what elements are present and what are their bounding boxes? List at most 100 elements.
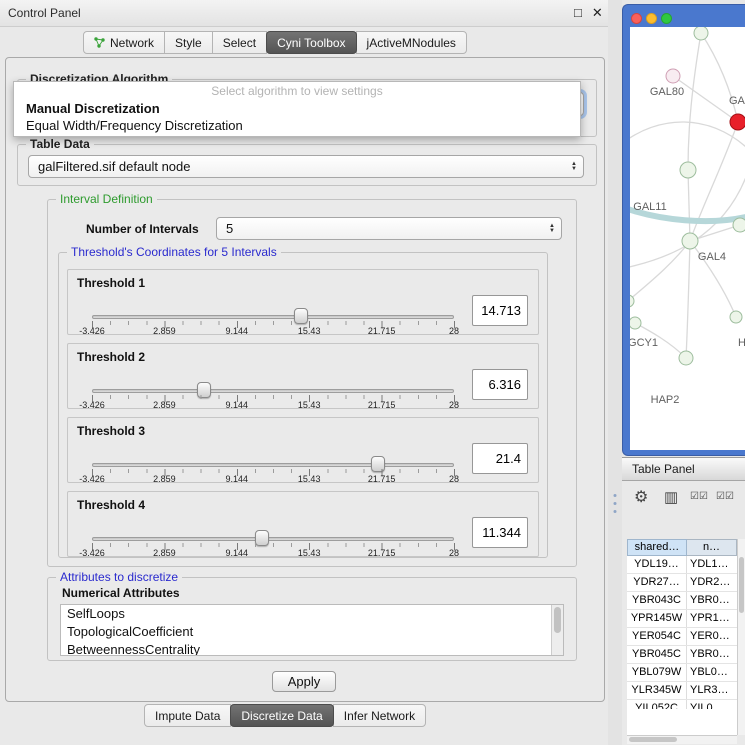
cell-name[interactable]: YDL1… [687,556,737,573]
cell-shared-name[interactable]: YDL19… [627,556,687,573]
slider-scale-label: 9.144 [226,326,249,336]
network-edge[interactable] [686,241,690,358]
scrollbar-thumb[interactable] [629,737,677,742]
cell-shared-name[interactable]: YBL079W [627,664,687,681]
float-window-icon[interactable]: □ [574,5,582,21]
network-edge[interactable] [630,241,690,301]
cell-name[interactable]: YER0… [687,628,737,645]
table-row[interactable]: YBR043CYBR0… [627,592,737,610]
numerical-attributes-list[interactable]: SelfLoopsTopologicalCoefficientBetweenne… [60,604,564,656]
slider-scale-labels: -3.4262.8599.14415.4321.71528 [68,474,538,484]
table-data-select[interactable]: galFiltered.sif default node ▲▼ [28,155,584,178]
slider-scale-label: 21.715 [368,548,396,558]
scrollbar-thumb[interactable] [739,557,744,613]
cell-name[interactable]: YBR0… [687,592,737,609]
columns-icon[interactable]: ▥ [664,488,678,506]
slider-scale-label: 2.859 [153,474,176,484]
apply-button[interactable]: Apply [272,671,336,692]
network-icon [94,37,105,48]
tab-jactivemnodules[interactable]: jActiveMNodules [356,31,467,54]
table-row[interactable]: YLR345WYLR3… [627,682,737,700]
cell-name[interactable]: YLR3… [687,682,737,699]
split-pane-divider[interactable] [608,0,622,745]
group-title: Threshold's Coordinates for 5 Intervals [67,245,281,259]
number-of-intervals-select[interactable]: 5 ▲▼ [216,217,562,240]
dropdown-placeholder-option[interactable]: Select algorithm to view settings [14,82,580,100]
threshold-value-field[interactable]: 11.344 [472,517,528,548]
network-node[interactable] [730,114,745,130]
attribute-list-item[interactable]: TopologicalCoefficient [61,623,563,641]
select-all-checkboxes-icon[interactable]: ☑☑ [690,491,708,502]
cell-shared-name[interactable]: YPR145W [627,610,687,627]
attributes-list-scrollbar[interactable] [551,605,563,655]
table-row[interactable]: YBR045CYBR0… [627,646,737,664]
network-node[interactable] [694,27,708,40]
cell-name[interactable]: YBL0… [687,664,737,681]
cell-name[interactable]: YDR2… [687,574,737,591]
tab-discretize-data[interactable]: Discretize Data [230,704,333,727]
tab-infer-network[interactable]: Infer Network [333,704,426,727]
table-row[interactable]: YDL19…YDL1… [627,556,737,574]
network-edge[interactable] [630,122,745,147]
slider-scale-label: 28 [449,326,459,336]
network-node[interactable] [730,311,742,323]
threshold-slider-track[interactable] [92,463,454,467]
threshold-slider-track[interactable] [92,537,454,541]
network-node[interactable] [630,317,641,329]
tab-style[interactable]: Style [164,31,213,54]
cell-shared-name[interactable]: YBR043C [627,592,687,609]
network-node[interactable] [682,233,698,249]
network-node[interactable] [666,69,680,83]
cell-shared-name[interactable]: YDR27… [627,574,687,591]
table-row[interactable]: YBL079WYBL0… [627,664,737,682]
network-node[interactable] [679,351,693,365]
zoom-button[interactable] [661,13,672,24]
network-node-label: GA [729,95,745,107]
screen: Control Panel □ ✕ Network Style Select C… [0,0,745,745]
network-canvas[interactable]: GAL80GAGAL11GAL4GCY1HHAP2 [630,27,745,450]
tab-cyni-toolbox[interactable]: Cyni Toolbox [266,31,356,54]
interval-definition-group: Interval Definition Number of Intervals … [47,199,577,567]
gear-icon[interactable]: ⚙ [634,487,648,507]
network-node[interactable] [733,218,745,232]
threshold-slider-track[interactable] [92,315,454,319]
cell-name[interactable]: YPR1… [687,610,737,627]
tab-network[interactable]: Network [83,31,165,54]
network-node[interactable] [680,162,696,178]
dropdown-option-equal-width-frequency[interactable]: Equal Width/Frequency Discretization [14,117,580,134]
table-vertical-scrollbar[interactable] [737,539,745,735]
table-panel: ⚙ ▥ ☑☑ ☑☑ shared… n… YDL19…YDL1…YDR27…YD… [622,481,745,745]
table-row[interactable]: YDR27…YDR2… [627,574,737,592]
table-horizontal-scrollbar[interactable] [627,735,737,744]
cell-shared-name[interactable]: YLR345W [627,682,687,699]
table-row[interactable]: YER054CYER0… [627,628,737,646]
threshold-slider-track[interactable] [92,389,454,393]
numerical-attributes-label: Numerical Attributes [62,586,180,600]
column-header-shared-name[interactable]: shared… [627,539,687,556]
attribute-list-item[interactable]: BetweennessCentrality [61,641,563,656]
cell-name[interactable]: YBR0… [687,646,737,663]
attribute-list-item[interactable]: SelfLoops [61,605,563,623]
slider-scale-labels: -3.4262.8599.14415.4321.71528 [68,400,538,410]
slider-scale-label: 15.43 [298,326,321,336]
tab-select[interactable]: Select [212,31,267,54]
tab-impute-data[interactable]: Impute Data [144,704,231,727]
close-panel-icon[interactable]: ✕ [592,5,603,21]
threshold-value-field[interactable]: 14.713 [472,295,528,326]
threshold-value-field[interactable]: 6.316 [472,369,528,400]
close-button[interactable] [631,13,642,24]
dropdown-option-manual-discretization[interactable]: Manual Discretization [14,100,580,117]
scrollbar-thumb[interactable] [554,607,561,633]
divider-grip-icon [614,502,617,505]
column-checkboxes-icon[interactable]: ☑☑ [716,491,734,502]
network-edge[interactable] [688,170,690,241]
network-edge[interactable] [688,33,701,170]
table-row[interactable]: YPR145WYPR1… [627,610,737,628]
minimize-button[interactable] [646,13,657,24]
cell-shared-name[interactable]: YBR045C [627,646,687,663]
combo-stepper-icon: ▲▼ [571,162,577,172]
cell-shared-name[interactable]: YER054C [627,628,687,645]
threshold-value-field[interactable]: 21.4 [472,443,528,474]
control-panel-titlebar: Control Panel □ ✕ [0,0,608,27]
column-header-name[interactable]: n… [687,539,737,556]
